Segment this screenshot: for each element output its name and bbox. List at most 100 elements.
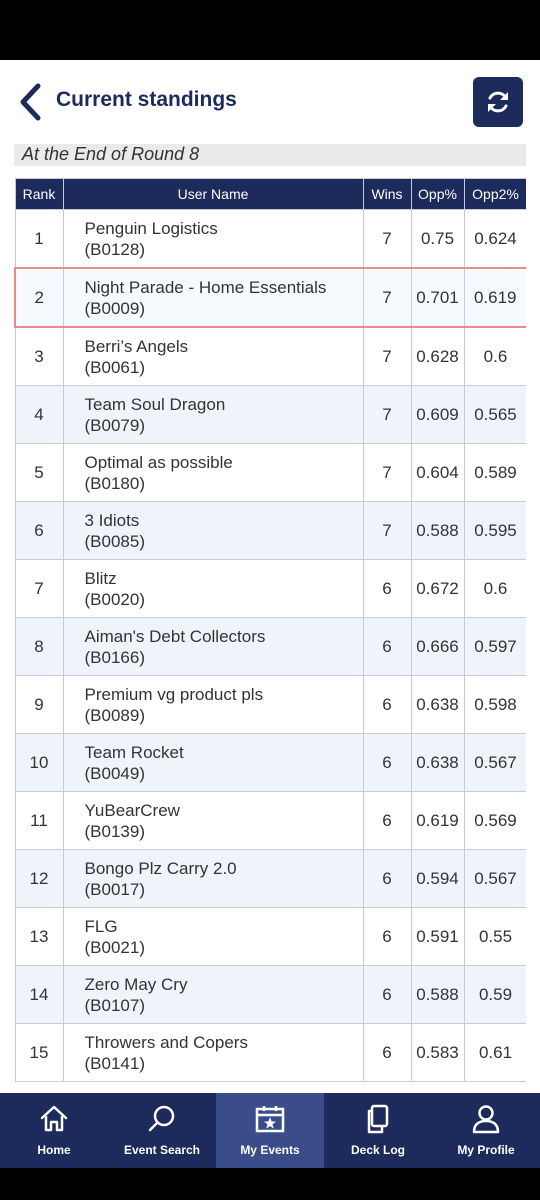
opp2-cell: 0.61	[463, 1023, 526, 1082]
opp-cell: 0.701	[410, 267, 465, 328]
chevron-left-icon	[20, 83, 41, 121]
wins-cell: 6	[362, 1023, 412, 1082]
opp2-cell: 0.569	[463, 791, 526, 850]
rank-cell: 11	[14, 791, 64, 850]
rank-cell: 13	[14, 907, 64, 966]
nav-my-profile[interactable]: My Profile	[432, 1093, 540, 1168]
rank-cell: 1	[14, 209, 64, 269]
opp2-cell: 0.589	[463, 443, 526, 502]
table-row: 4 Team Soul Dragon (B0079) 7 0.609 0.565	[14, 385, 526, 444]
column-header-rank: Rank	[14, 178, 64, 210]
user-name-cell: Penguin Logistics (B0128)	[62, 209, 364, 269]
team-name: Aiman's Debt Collectors	[84, 626, 266, 646]
nav-my-events-label: My Events	[240, 1143, 300, 1157]
nav-home-label: Home	[37, 1143, 71, 1157]
team-id: (B0009)	[84, 298, 145, 318]
opp2-cell: 0.567	[463, 733, 526, 792]
team-id: (B0128)	[84, 239, 145, 259]
system-navigation-bar	[0, 1168, 540, 1200]
nav-event-search[interactable]: Event Search	[108, 1093, 216, 1168]
wins-cell: 7	[362, 267, 412, 328]
search-icon	[148, 1105, 175, 1132]
cards-icon	[367, 1104, 389, 1134]
team-name: Team Soul Dragon	[84, 394, 226, 414]
opp-cell: 0.594	[410, 849, 465, 908]
refresh-icon	[488, 91, 508, 113]
bottom-navigation: Home Event Search My Events Deck Log My …	[0, 1093, 540, 1168]
table-row: 14 Zero May Cry (B0107) 6 0.588 0.59	[14, 965, 526, 1024]
wins-cell: 6	[362, 675, 412, 734]
user-name-cell: Optimal as possible (B0180)	[62, 443, 364, 502]
back-button[interactable]	[14, 82, 48, 122]
refresh-button[interactable]	[473, 77, 523, 127]
wins-cell: 7	[362, 443, 412, 502]
user-name-cell: 3 Idiots (B0085)	[62, 501, 364, 560]
rank-cell: 6	[14, 501, 64, 560]
opp2-cell: 0.597	[463, 617, 526, 676]
column-header-user-name: User Name	[62, 178, 364, 210]
opp2-cell: 0.565	[463, 385, 526, 444]
column-header-opp: Opp%	[410, 178, 465, 210]
table-row: 5 Optimal as possible (B0180) 7 0.604 0.589	[14, 443, 526, 502]
table-row: 10 Team Rocket (B0049) 6 0.638 0.567	[14, 733, 526, 792]
wins-cell: 6	[362, 791, 412, 850]
table-row: 13 FLG (B0021) 6 0.591 0.55	[14, 907, 526, 966]
nav-deck-log[interactable]: Deck Log	[324, 1093, 432, 1168]
team-name: Zero May Cry	[84, 974, 188, 994]
team-id: (B0017)	[84, 879, 145, 899]
rank-cell: 2	[14, 267, 64, 328]
user-name-cell: YuBearCrew (B0139)	[62, 791, 364, 850]
opp-cell: 0.609	[410, 385, 465, 444]
team-name: 3 Idiots	[84, 510, 140, 530]
team-name: Team Rocket	[84, 742, 184, 762]
standings-table-container[interactable]: Rank User Name Wins Opp% Opp2% 1 Penguin …	[14, 178, 526, 1093]
round-subheader: At the End of Round 8	[14, 144, 526, 166]
opp2-cell: 0.619	[463, 267, 526, 328]
rank-cell: 14	[14, 965, 64, 1024]
nav-my-profile-label: My Profile	[457, 1143, 515, 1157]
opp2-cell: 0.55	[463, 907, 526, 966]
rank-cell: 9	[14, 675, 64, 734]
wins-cell: 7	[362, 209, 412, 269]
column-header-opp2: Opp2%	[463, 178, 526, 210]
table-row: 3 Berri’s Angels (B0061) 7 0.628 0.6	[14, 326, 526, 386]
rank-cell: 5	[14, 443, 64, 502]
wins-cell: 6	[362, 849, 412, 908]
opp-cell: 0.638	[410, 733, 465, 792]
wins-cell: 6	[362, 907, 412, 966]
table-row: 7 Blitz (B0020) 6 0.672 0.6	[14, 559, 526, 618]
opp-cell: 0.666	[410, 617, 465, 676]
wins-cell: 6	[362, 617, 412, 676]
user-name-cell: Team Soul Dragon (B0079)	[62, 385, 364, 444]
opp-cell: 0.619	[410, 791, 465, 850]
team-id: (B0107)	[84, 995, 145, 1015]
calendar-star-icon	[255, 1106, 285, 1133]
team-name: Bongo Plz Carry 2.0	[84, 858, 237, 878]
table-header-row: Rank User Name Wins Opp% Opp2%	[14, 178, 526, 210]
opp2-cell: 0.595	[463, 501, 526, 560]
column-header-wins: Wins	[362, 178, 412, 210]
team-name: YuBearCrew	[84, 800, 180, 820]
nav-home[interactable]: Home	[0, 1093, 108, 1168]
team-name: Night Parade - Home Essentials	[84, 277, 327, 297]
rank-cell: 3	[14, 326, 64, 386]
nav-my-events[interactable]: My Events	[216, 1093, 324, 1168]
table-row: 8 Aiman's Debt Collectors (B0166) 6 0.666 0.5…	[14, 617, 526, 676]
opp2-cell: 0.6	[463, 559, 526, 618]
wins-cell: 6	[362, 965, 412, 1024]
table-row: 12 Bongo Plz Carry 2.0 (B0017) 6 0.594 0.567	[14, 849, 526, 908]
rank-cell: 12	[14, 849, 64, 908]
team-id: (B0166)	[84, 647, 145, 667]
wins-cell: 6	[362, 559, 412, 618]
table-row: 11 YuBearCrew (B0139) 6 0.619 0.569	[14, 791, 526, 850]
team-id: (B0079)	[84, 415, 145, 435]
header: Current standings	[0, 60, 540, 144]
team-name: Blitz	[84, 568, 117, 588]
page-title: Current standings	[56, 88, 237, 111]
team-id: (B0021)	[84, 937, 145, 957]
user-name-cell: FLG (B0021)	[62, 907, 364, 966]
opp-cell: 0.588	[410, 501, 465, 560]
opp-cell: 0.604	[410, 443, 465, 502]
user-name-cell: Premium vg product pls (B0089)	[62, 675, 364, 734]
rank-cell: 8	[14, 617, 64, 676]
